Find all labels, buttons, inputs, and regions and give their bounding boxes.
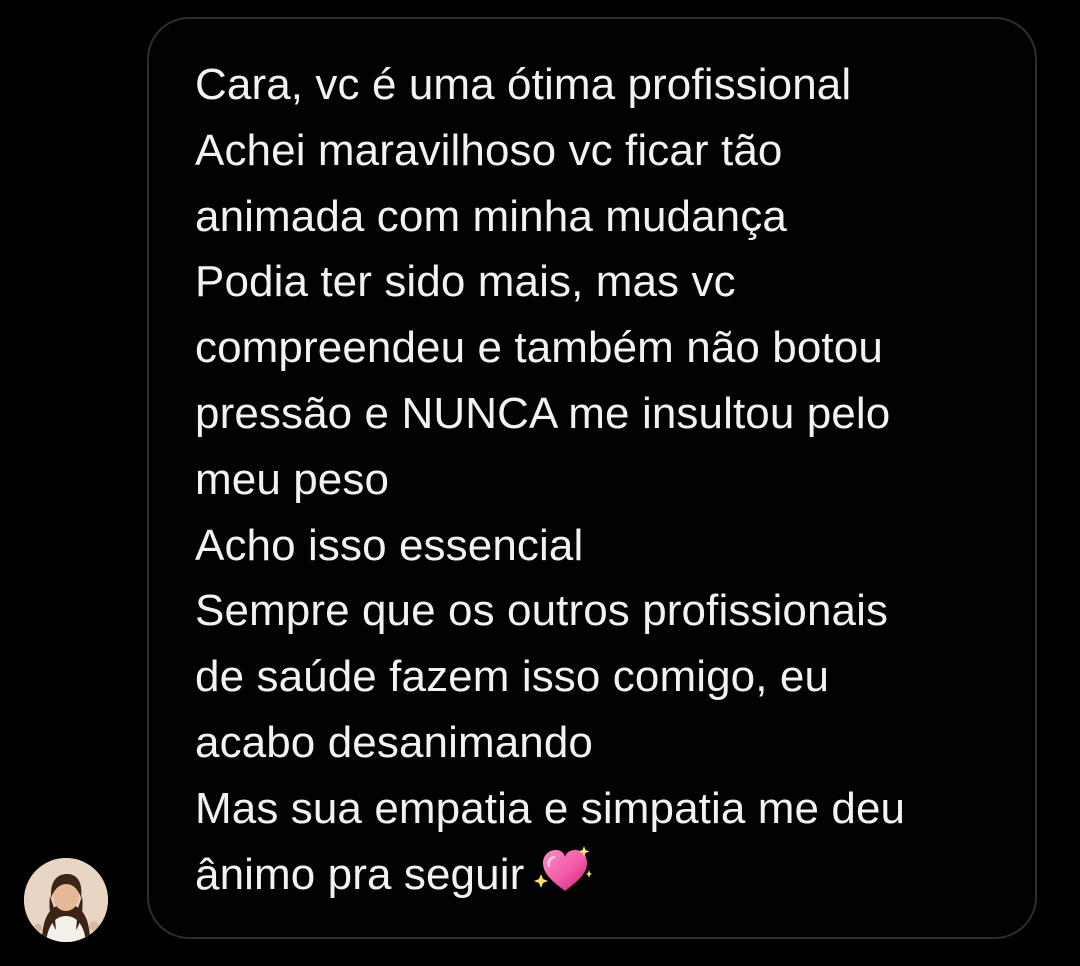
message-line-1: Cara, vc é uma ótima profissional xyxy=(195,60,852,109)
message-line-9: Sempre que os outros profissionais xyxy=(195,586,889,636)
message-line-4: Podia ter sido mais, mas vc xyxy=(195,257,736,307)
message-line-11: acabo desanimando xyxy=(195,717,594,767)
message-line-6: pressão e NUNCA me insultou pelo xyxy=(195,388,891,438)
message-line-2: Achei maravilhoso vc ficar tão xyxy=(195,125,783,175)
message-line-13-wrapper: ânimo pra seguir xyxy=(195,842,1015,908)
message-text: Cara, vc é uma ótima profissional Achei … xyxy=(195,52,1015,907)
dm-conversation-screen: Cara, vc é uma ótima profissional Achei … xyxy=(0,0,1080,966)
message-line-12: Mas sua empatia e simpatia me deu xyxy=(195,783,906,833)
message-line-8: Acho isso essencial xyxy=(195,520,584,570)
message-line-3: animada com minha mudança xyxy=(195,191,787,241)
message-line-5: compreendeu e também não botou xyxy=(195,323,883,373)
sparkling-heart-icon xyxy=(534,845,593,891)
sender-avatar[interactable] xyxy=(24,858,108,942)
message-line-7: meu peso xyxy=(195,454,390,504)
avatar-photo xyxy=(24,858,108,942)
message-line-10: de saúde fazem isso comigo, eu xyxy=(195,652,830,702)
message-line-13: ânimo pra seguir xyxy=(195,849,525,899)
